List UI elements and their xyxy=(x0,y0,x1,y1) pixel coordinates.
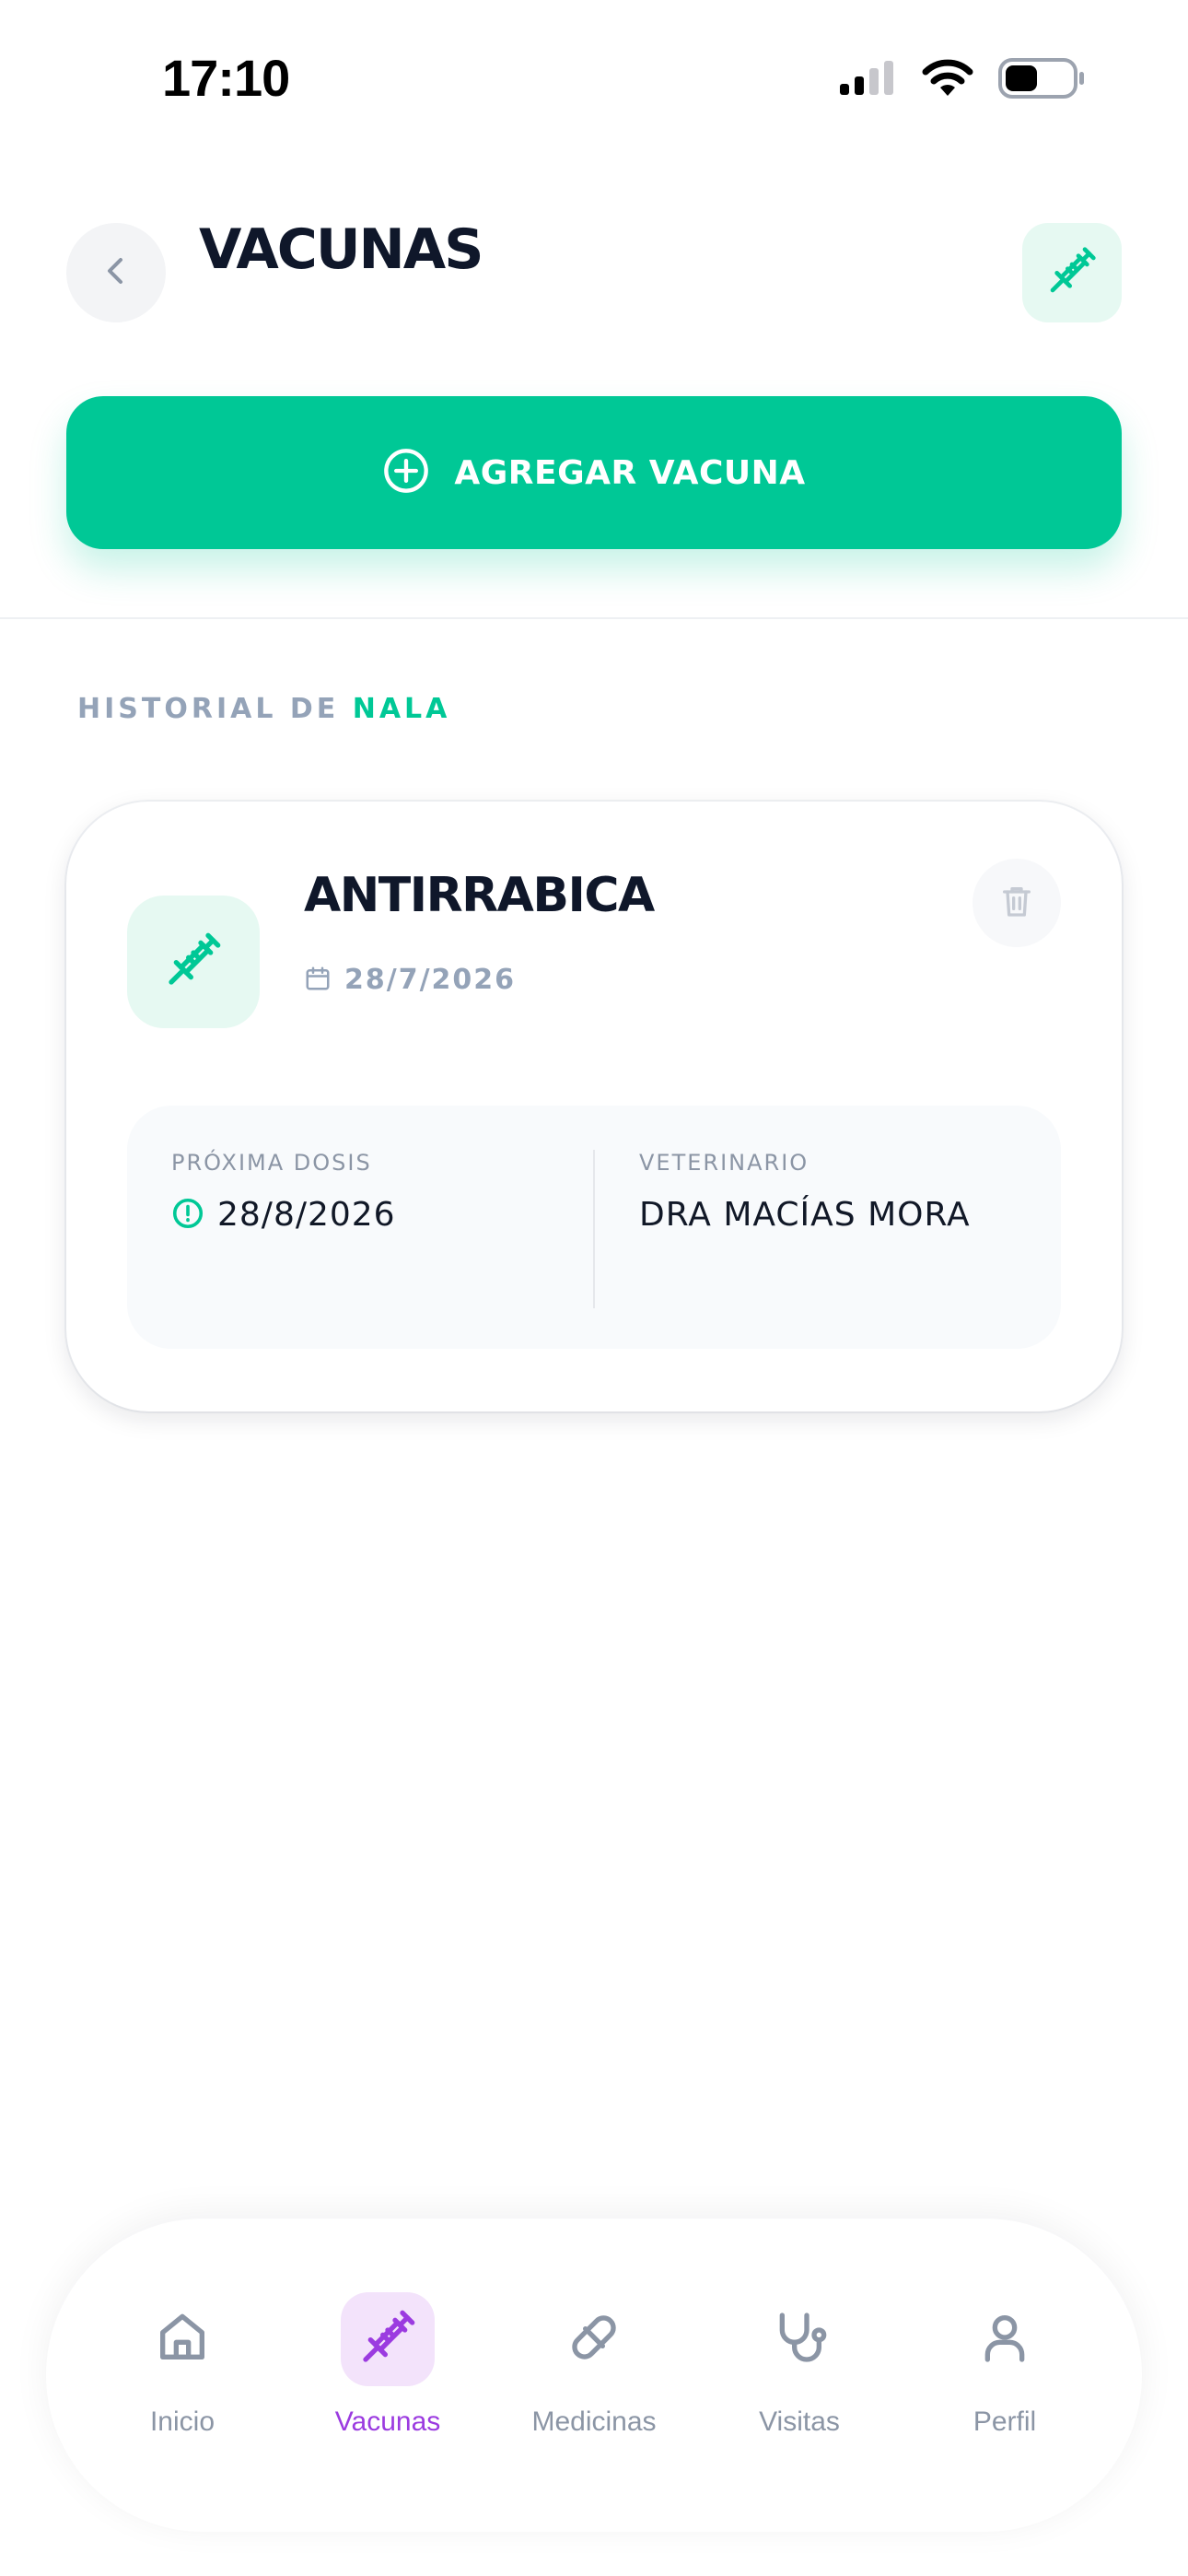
user-icon xyxy=(975,2308,1034,2371)
history-heading: HISTORIAL DE NALA xyxy=(77,693,450,725)
add-vaccine-button[interactable]: AGREGAR VACUNA xyxy=(66,396,1122,549)
home-icon xyxy=(153,2308,212,2371)
status-time: 17:10 xyxy=(162,49,290,107)
wifi-icon xyxy=(921,59,974,101)
calendar-icon xyxy=(304,965,332,996)
vet-value: DRA MACÍAS MORA xyxy=(639,1196,971,1234)
status-icons xyxy=(838,57,1087,103)
nav-item-medicinas[interactable]: Medicinas xyxy=(520,2292,668,2438)
vaccine-icon-tile xyxy=(127,896,260,1028)
nav-label-inicio: Inicio xyxy=(149,2406,215,2437)
plus-circle-icon xyxy=(382,447,430,498)
bottom-nav: Inicio Vacunas Medicinas Visitas Perfil xyxy=(46,2219,1142,2532)
next-dose-value: 28/8/2026 xyxy=(217,1196,396,1234)
page-title: VACUNAS xyxy=(199,217,483,282)
chevron-left-icon xyxy=(98,252,134,293)
nav-item-visitas[interactable]: Visitas xyxy=(726,2292,873,2438)
cellular-signal-icon xyxy=(838,60,897,100)
status-bar: 17:10 xyxy=(0,0,1188,157)
nav-label-perfil: Perfil xyxy=(973,2406,1037,2437)
battery-icon xyxy=(998,57,1087,103)
section-divider xyxy=(0,617,1188,619)
back-button[interactable] xyxy=(66,223,166,322)
nav-label-visitas: Visitas xyxy=(759,2406,840,2437)
syringe-icon xyxy=(1046,245,1098,300)
history-pet-name: NALA xyxy=(352,693,451,725)
delete-vaccine-button[interactable] xyxy=(973,859,1061,947)
nav-label-vacunas: Vacunas xyxy=(334,2406,441,2437)
stethoscope-icon xyxy=(770,2308,829,2371)
syringe-icon xyxy=(164,931,223,993)
nav-label-medicinas: Medicinas xyxy=(531,2406,657,2437)
details-separator xyxy=(593,1150,595,1308)
vet-label: VETERINARIO xyxy=(639,1150,809,1176)
vet-section: VETERINARIO DRA MACÍAS MORA xyxy=(639,1150,971,1234)
add-vaccine-label: AGREGAR VACUNA xyxy=(454,453,806,492)
vaccine-card[interactable]: ANTIRRABICA 28/7/2026 PRÓXIMA DOSIS 28/8… xyxy=(66,802,1122,1411)
syringe-icon xyxy=(358,2308,417,2371)
vaccine-name: ANTIRRABICA xyxy=(304,868,655,923)
alert-circle-icon xyxy=(171,1197,204,1234)
header-vaccine-button[interactable] xyxy=(1022,223,1122,322)
vaccine-date-row: 28/7/2026 xyxy=(304,964,516,996)
next-dose-section: PRÓXIMA DOSIS 28/8/2026 xyxy=(171,1150,396,1234)
vaccine-details: PRÓXIMA DOSIS 28/8/2026 VETERINARIO DRA … xyxy=(127,1106,1061,1349)
nav-item-perfil[interactable]: Perfil xyxy=(931,2292,1078,2438)
pill-icon xyxy=(565,2308,623,2371)
nav-item-vacunas[interactable]: Vacunas xyxy=(314,2292,461,2438)
trash-icon xyxy=(998,883,1035,923)
vaccine-date: 28/7/2026 xyxy=(344,964,517,996)
history-prefix: HISTORIAL DE xyxy=(77,693,353,725)
nav-item-inicio[interactable]: Inicio xyxy=(109,2292,256,2438)
next-dose-label: PRÓXIMA DOSIS xyxy=(171,1150,372,1176)
